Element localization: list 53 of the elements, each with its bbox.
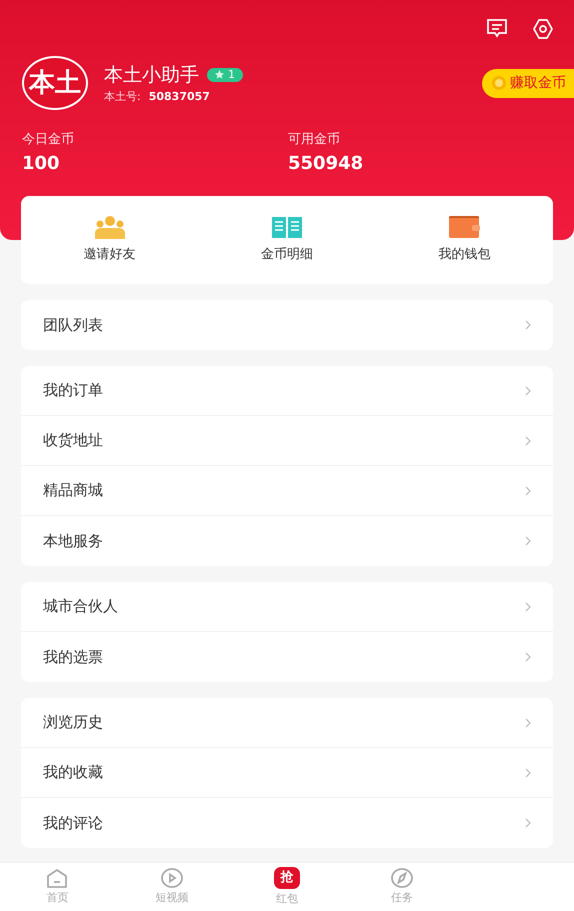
- stat-value: 100: [22, 152, 61, 176]
- menu-row[interactable]: 本地服务: [21, 516, 553, 566]
- chevron-icon: [525, 320, 531, 330]
- menu-row[interactable]: 浏览历史: [21, 698, 553, 748]
- chevron-icon: [525, 602, 531, 612]
- menu-row[interactable]: 收货地址: [21, 416, 553, 466]
- chevron-icon: [525, 536, 531, 546]
- chevron-icon: [525, 486, 531, 496]
- book-icon: [270, 215, 303, 240]
- coin-icon: [492, 76, 506, 90]
- shortcut-button[interactable]: 邀请好友: [21, 196, 198, 284]
- wallet-icon: [448, 215, 480, 240]
- chevron-icon: [525, 652, 531, 662]
- chevron-icon: [525, 718, 531, 728]
- stat-label: 今日金币: [22, 131, 75, 149]
- play-icon: [161, 868, 184, 888]
- menu-label: 团队列表: [43, 314, 103, 336]
- chevron-icon: [525, 436, 531, 446]
- menu-label: 我的收藏: [43, 762, 103, 784]
- message-icon[interactable]: [486, 18, 508, 38]
- menu-label: 我的订单: [43, 380, 103, 402]
- chevron-icon: [525, 386, 531, 396]
- envelope-icon: 抢: [274, 866, 300, 889]
- people-icon: [94, 215, 126, 240]
- menu-row[interactable]: 我的订单: [21, 366, 553, 416]
- tab-button[interactable]: 抢 红包: [230, 863, 344, 911]
- menu-label: 我的选票: [43, 646, 103, 668]
- id-value: 50837057: [148, 89, 210, 105]
- stat-label: 可用金币: [288, 131, 341, 149]
- chevron-icon: [525, 818, 531, 828]
- menu-label: 浏览历史: [43, 712, 103, 734]
- menu-row[interactable]: 团队列表: [21, 300, 553, 350]
- menu-label: 本地服务: [43, 530, 103, 552]
- menu-row[interactable]: 我的选票: [21, 632, 553, 682]
- username: 本土小助手: [104, 62, 199, 88]
- menu-row[interactable]: 精品商城: [21, 466, 553, 516]
- id-label: 本土号:: [104, 89, 141, 105]
- menu-label: 城市合伙人: [43, 596, 118, 618]
- avatar-logo: 本土: [22, 56, 88, 110]
- menu-label: 我的评论: [43, 812, 103, 834]
- shortcut-button[interactable]: 金币明细: [198, 196, 376, 284]
- settings-icon[interactable]: [532, 18, 554, 40]
- chevron-icon: [525, 768, 531, 778]
- shortcut-button[interactable]: 我的钱包: [376, 196, 553, 284]
- menu-row[interactable]: 我的评论: [21, 798, 553, 848]
- home-icon: [46, 868, 68, 888]
- menu-label: 精品商城: [43, 480, 103, 502]
- compass-icon: [390, 868, 413, 888]
- level-badge: 1: [207, 68, 243, 82]
- menu-row[interactable]: 城市合伙人: [21, 582, 553, 632]
- menu-label: 收货地址: [43, 430, 103, 452]
- menu-row[interactable]: 我的收藏: [21, 748, 553, 798]
- stat-value: 550948: [288, 152, 364, 176]
